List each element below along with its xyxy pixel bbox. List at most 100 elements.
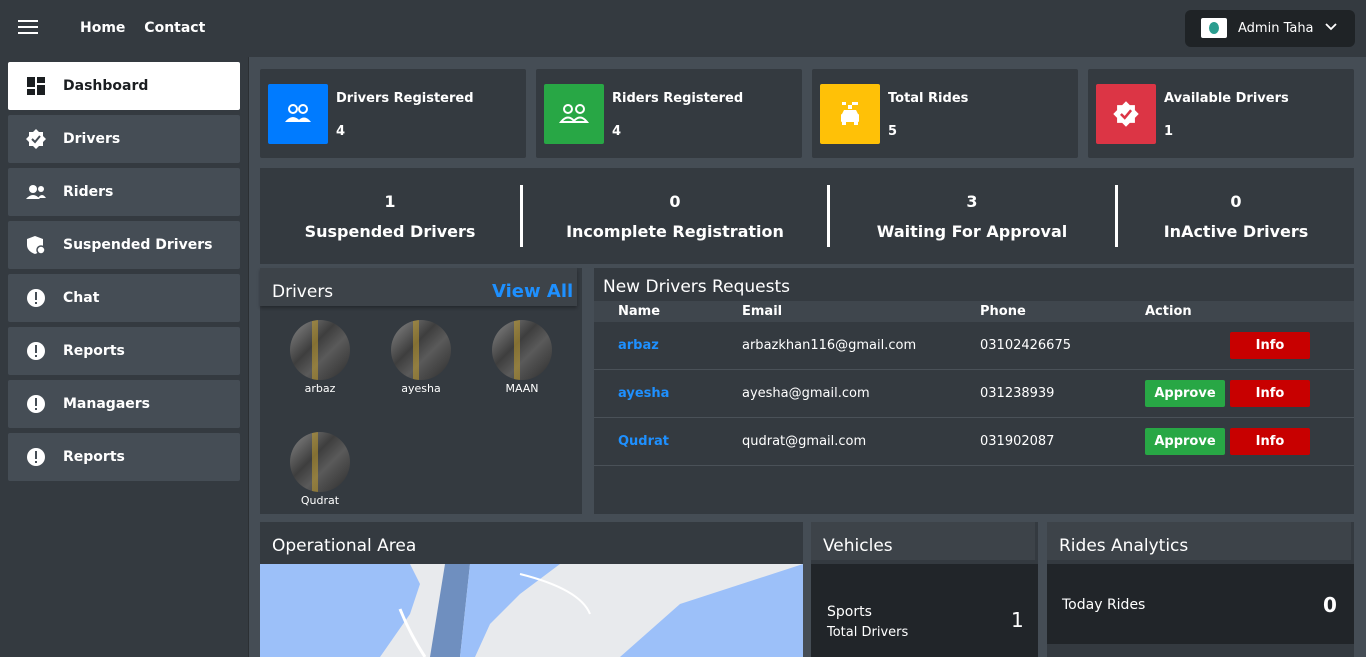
card-title: New Drivers Requests — [603, 277, 790, 297]
alert-circle-icon — [27, 289, 45, 307]
vehicle-count: 1 — [1011, 608, 1024, 632]
alert-circle-icon — [27, 395, 45, 413]
avatar — [290, 432, 350, 492]
nav-contact-link[interactable]: Contact — [144, 20, 205, 36]
info-value: 1 — [1164, 124, 1174, 139]
nav-home-link[interactable]: Home — [80, 20, 125, 36]
alert-circle-icon — [27, 342, 45, 360]
chevron-down-icon — [1325, 23, 1337, 31]
sidebar-item-chat[interactable]: Chat — [8, 274, 240, 322]
users-icon — [26, 185, 46, 199]
driver-name-link[interactable]: Qudrat — [618, 434, 669, 449]
stat-value: 1 — [384, 192, 396, 211]
info-value: 4 — [336, 124, 346, 139]
info-title: Available Drivers — [1164, 91, 1289, 106]
sidebar-item-label: Drivers — [63, 131, 121, 147]
approve-button[interactable]: Approve — [1145, 428, 1225, 455]
sidebar-item-dashboard[interactable]: Dashboard — [8, 62, 240, 110]
user-group-icon — [544, 84, 604, 144]
sidebar-item-label: Managaers — [63, 396, 150, 412]
verified-badge-icon — [1096, 84, 1156, 144]
vehicle-type: Sports — [827, 604, 872, 620]
avatar — [391, 320, 451, 380]
phone-cell: 031902087 — [980, 434, 1055, 449]
column-header: Name — [618, 304, 661, 319]
driver-item[interactable]: ayesha — [381, 320, 461, 395]
driver-item[interactable]: arbaz — [280, 320, 360, 395]
card-title: Drivers — [272, 282, 334, 302]
sidebar-item-reports[interactable]: Reports — [8, 327, 240, 375]
info-box-available-drivers: Available Drivers 1 — [1088, 69, 1354, 158]
sidebar: Dashboard Drivers Riders Suspended Drive… — [0, 57, 249, 657]
sidebar-item-managers[interactable]: Managaers — [8, 380, 240, 428]
vehicle-sub-label: Total Drivers — [827, 625, 909, 640]
sidebar-item-label: Riders — [63, 184, 114, 200]
info-title: Drivers Registered — [336, 91, 474, 106]
info-box-total-rides: Total Rides 5 — [812, 69, 1078, 158]
admin-name: Admin Taha — [1238, 21, 1314, 36]
info-button[interactable]: Info — [1230, 380, 1310, 407]
rides-card-header: Rides Analytics — [1047, 522, 1351, 560]
table-row: ayesha ayesha@gmail.com 031238939 Approv… — [594, 370, 1354, 418]
users-icon — [268, 84, 328, 144]
card-title: Operational Area — [272, 536, 417, 556]
driver-name-link[interactable]: ayesha — [618, 386, 669, 401]
info-box-riders-registered: Riders Registered 4 — [536, 69, 802, 158]
menu-icon[interactable] — [18, 20, 38, 36]
stat-label: Incomplete Registration — [566, 222, 784, 241]
sidebar-item-label: Chat — [63, 290, 100, 306]
column-header: Phone — [980, 304, 1026, 319]
approve-button[interactable]: Approve — [1145, 380, 1225, 407]
email-cell: arbazkhan116@gmail.com — [742, 338, 917, 353]
sidebar-item-drivers[interactable]: Drivers — [8, 115, 240, 163]
phone-cell: 03102426675 — [980, 338, 1071, 353]
sidebar-item-label: Suspended Drivers — [63, 237, 213, 253]
map[interactable] — [260, 564, 803, 657]
phone-cell: 031238939 — [980, 386, 1055, 401]
column-header: Email — [742, 304, 783, 319]
stat-incomplete-registration: 0 Incomplete Registration — [523, 168, 827, 264]
avatar — [290, 320, 350, 380]
info-button[interactable]: Info — [1230, 332, 1310, 359]
driver-name: MAAN — [505, 382, 539, 395]
drivers-card: Drivers View All arbaz ayesha MAAN Qudra… — [260, 268, 582, 514]
sidebar-item-suspended-drivers[interactable]: Suspended Drivers — [8, 221, 240, 269]
rides-count: 0 — [1323, 593, 1337, 617]
stat-label: Suspended Drivers — [304, 222, 476, 241]
card-title: Rides Analytics — [1059, 536, 1189, 556]
avatar — [492, 320, 552, 380]
table-header: Name Email Phone Action — [594, 301, 1354, 322]
vehicles-card: Vehicles Sports Total Drivers 1 — [811, 522, 1038, 657]
sidebar-item-riders[interactable]: Riders — [8, 168, 240, 216]
rides-stat: Today Rides 0 — [1047, 564, 1354, 644]
stat-label: Waiting For Approval — [876, 222, 1068, 241]
table-row: Qudrat qudrat@gmail.com 031902087 Approv… — [594, 418, 1354, 466]
info-title: Riders Registered — [612, 91, 744, 106]
stat-value: 0 — [1230, 192, 1242, 211]
info-box-drivers-registered: Drivers Registered 4 — [260, 69, 526, 158]
info-title: Total Rides — [888, 91, 969, 106]
info-button[interactable]: Info — [1230, 428, 1310, 455]
driver-item[interactable]: MAAN — [482, 320, 562, 395]
stat-value: 0 — [669, 192, 681, 211]
driver-item[interactable]: Qudrat — [280, 432, 360, 507]
driver-name-link[interactable]: arbaz — [618, 338, 659, 353]
stat-suspended-drivers: 1 Suspended Drivers — [260, 168, 520, 264]
stat-inactive-drivers: 0 InActive Drivers — [1118, 168, 1354, 264]
sidebar-item-reports-2[interactable]: Reports — [8, 433, 240, 481]
vehicles-card-header: Vehicles — [811, 522, 1035, 560]
verified-badge-icon — [26, 129, 46, 149]
car-icon — [820, 84, 880, 144]
admin-user-menu[interactable]: Admin Taha — [1185, 10, 1355, 47]
stat-value: 3 — [966, 192, 978, 211]
operational-area-card: Operational Area — [260, 522, 803, 657]
top-nav: Home Contact — [80, 20, 219, 36]
shield-icon — [27, 236, 46, 255]
stat-label: InActive Drivers — [1163, 222, 1309, 241]
view-all-link[interactable]: View All — [492, 281, 573, 302]
dashboard-icon — [27, 77, 45, 95]
email-cell: qudrat@gmail.com — [742, 434, 867, 449]
info-value: 4 — [612, 124, 622, 139]
table-row: arbaz arbazkhan116@gmail.com 03102426675… — [594, 322, 1354, 370]
rides-label: Today Rides — [1062, 597, 1146, 613]
